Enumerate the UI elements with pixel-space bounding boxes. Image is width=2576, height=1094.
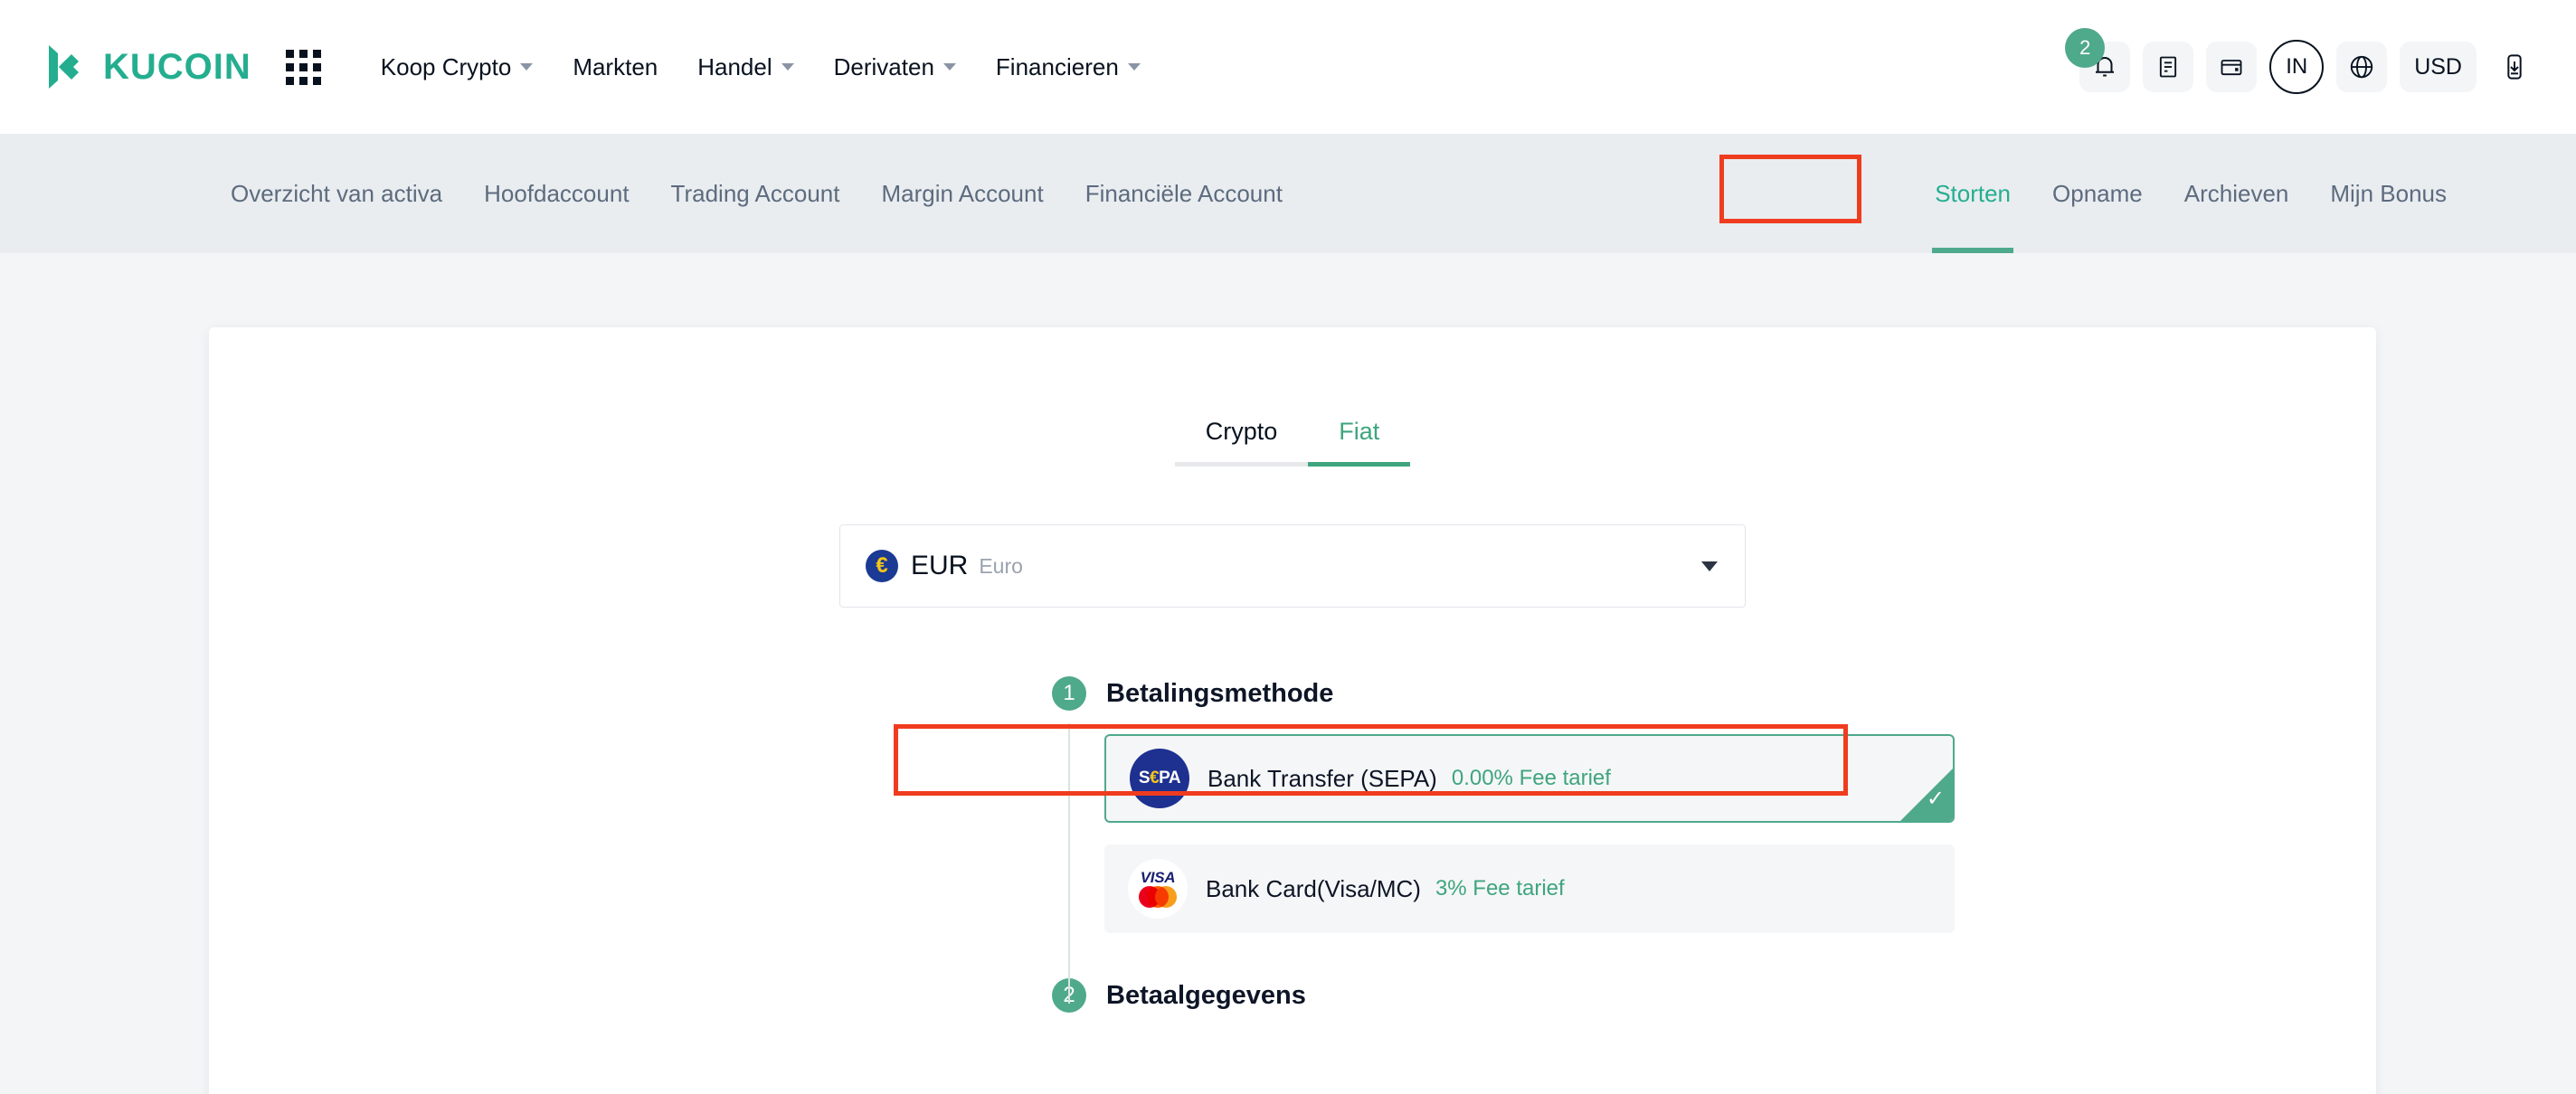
nav-item-derivaten[interactable]: Derivaten	[814, 53, 976, 81]
fiat-currency-button[interactable]: USD	[2400, 42, 2477, 92]
orders-button[interactable]	[2143, 42, 2193, 92]
language-button[interactable]	[2336, 42, 2387, 92]
subnav-item-hoofdaccount[interactable]: Hoofdaccount	[463, 134, 649, 253]
download-app-icon	[2500, 52, 2529, 81]
euro-symbol-icon: €	[866, 550, 898, 582]
subnav-item-trading-account[interactable]: Trading Account	[650, 134, 861, 253]
subnav-item-mijn-bonus[interactable]: Mijn Bonus	[2309, 134, 2467, 253]
step-1-title: Betalingsmethode	[1106, 679, 1333, 709]
sepa-logo-icon: S€PA	[1130, 749, 1189, 808]
kucoin-logo-text: KUCOIN	[103, 47, 251, 88]
chevron-down-icon	[943, 63, 956, 71]
subnav-item-overzicht-van-activa[interactable]: Overzicht van activa	[210, 134, 463, 253]
payment-method-bank-card[interactable]: VISA Bank Card(Visa/MC) 3% Fee tarief	[1104, 844, 1955, 933]
deposit-steps: 1 Betalingsmethode S€PA Bank Transfer (S…	[209, 676, 2376, 1013]
subnav-left-group: Overzicht van activa Hoofdaccount Tradin…	[210, 134, 1303, 253]
tab-fiat[interactable]: Fiat	[1308, 418, 1410, 467]
apps-grid-icon[interactable]	[286, 50, 321, 85]
nav-label: Financieren	[996, 53, 1119, 81]
step-2-header: 2 Betaalgegevens	[1052, 978, 2376, 1013]
subnav-item-storten[interactable]: Storten	[1914, 134, 2031, 253]
tab-crypto[interactable]: Crypto	[1175, 418, 1309, 467]
visa-logo-text: VISA	[1141, 870, 1175, 885]
payment-method-name: Bank Transfer (SEPA)	[1208, 765, 1437, 793]
payment-method-list: S€PA Bank Transfer (SEPA) 0.00% Fee tari…	[1104, 734, 1955, 933]
kucoin-logo-mark	[40, 42, 90, 92]
step-connector-line	[1068, 723, 1070, 1004]
deposit-type-tabs: Crypto Fiat	[209, 418, 2376, 467]
subnav-item-opname[interactable]: Opname	[2031, 134, 2164, 253]
payment-method-fee: 3% Fee tarief	[1435, 876, 1565, 901]
notifications-button[interactable]: 2	[2079, 42, 2130, 92]
account-subnav: Overzicht van activa Hoofdaccount Tradin…	[0, 134, 2576, 253]
subnav-right-group: Storten Opname Archieven Mijn Bonus	[1914, 134, 2467, 253]
chevron-down-icon	[1701, 561, 1718, 571]
page-body: Crypto Fiat € EUR Euro 1 Betalingsmethod…	[0, 253, 2576, 1094]
globe-icon	[2348, 53, 2375, 80]
subnav-item-financiele-account[interactable]: Financiële Account	[1065, 134, 1303, 253]
step-1-number: 1	[1052, 676, 1086, 711]
main-nav: Koop Crypto Markten Handel Derivaten Fin…	[361, 53, 1160, 81]
wallet-button[interactable]	[2206, 42, 2257, 92]
visa-mastercard-logo-icon: VISA	[1128, 859, 1188, 919]
payment-method-sepa[interactable]: S€PA Bank Transfer (SEPA) 0.00% Fee tari…	[1104, 734, 1955, 823]
chevron-down-icon	[1128, 63, 1141, 71]
subnav-item-archieven[interactable]: Archieven	[2164, 134, 2310, 253]
notification-badge: 2	[2065, 28, 2105, 68]
currency-code: EUR	[911, 551, 968, 581]
download-app-button[interactable]	[2489, 42, 2540, 92]
nav-label: Derivaten	[834, 53, 934, 81]
document-icon	[2155, 54, 2181, 80]
kucoin-logo[interactable]: KUCOIN	[40, 42, 251, 92]
nav-label: Koop Crypto	[381, 53, 512, 81]
currency-name: Euro	[979, 554, 1023, 579]
chevron-down-icon	[520, 63, 533, 71]
step-2-title: Betaalgegevens	[1106, 981, 1306, 1011]
nav-label: Markten	[573, 53, 658, 81]
avatar[interactable]: IN	[2269, 40, 2324, 94]
check-icon: ✓	[1927, 788, 1945, 810]
nav-item-handel[interactable]: Handel	[677, 53, 813, 81]
wallet-icon	[2219, 54, 2244, 80]
nav-label: Handel	[697, 53, 772, 81]
subnav-item-margin-account[interactable]: Margin Account	[860, 134, 1064, 253]
step-1-header: 1 Betalingsmethode	[1052, 676, 2376, 711]
nav-item-koop-crypto[interactable]: Koop Crypto	[361, 53, 554, 81]
payment-method-fee: 0.00% Fee tarief	[1452, 766, 1611, 791]
currency-selector-row: € EUR Euro	[209, 524, 2376, 608]
nav-item-markten[interactable]: Markten	[553, 53, 677, 81]
header-actions: 2 IN	[2079, 40, 2540, 94]
mastercard-icon	[1139, 886, 1177, 908]
chevron-down-icon	[781, 63, 794, 71]
nav-item-financieren[interactable]: Financieren	[976, 53, 1160, 81]
currency-select[interactable]: € EUR Euro	[839, 524, 1746, 608]
top-header: KUCOIN Koop Crypto Markten Handel Deriva…	[0, 0, 2576, 134]
deposit-card: Crypto Fiat € EUR Euro 1 Betalingsmethod…	[209, 327, 2376, 1094]
payment-method-name: Bank Card(Visa/MC)	[1206, 875, 1421, 903]
